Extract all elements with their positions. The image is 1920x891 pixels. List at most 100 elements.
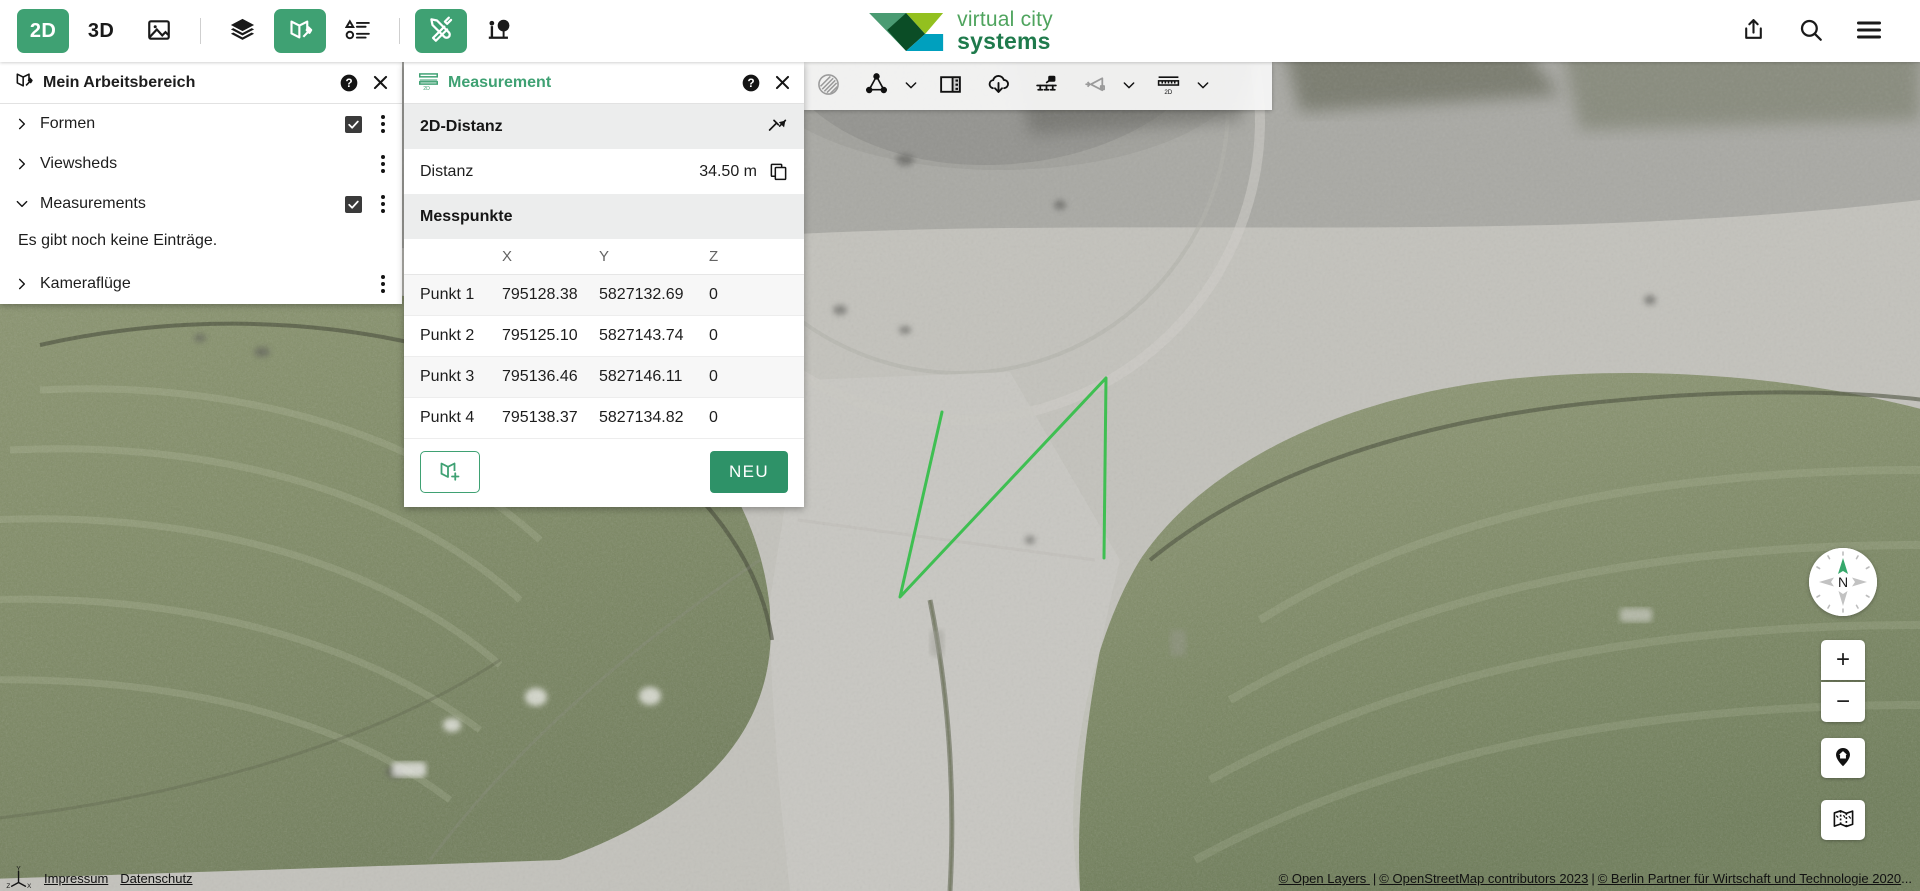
workspace-item-measurements[interactable]: Measurements bbox=[0, 184, 402, 224]
legend-button[interactable] bbox=[332, 9, 384, 53]
workspace-icon bbox=[14, 70, 34, 95]
oblique-image-button[interactable] bbox=[133, 9, 185, 53]
table-row[interactable]: Punkt 3 795136.46 5827146.11 0 bbox=[404, 356, 804, 398]
point-x: 795128.38 bbox=[496, 274, 593, 316]
table-head: X Y Z bbox=[404, 239, 804, 275]
chevron-right-icon[interactable] bbox=[14, 277, 30, 291]
datenschutz-link[interactable]: Datenschutz bbox=[120, 871, 192, 886]
3d-mode-button[interactable]: 3D bbox=[75, 9, 127, 53]
hamburger-icon bbox=[1855, 16, 1883, 47]
workspace-button[interactable] bbox=[274, 9, 326, 53]
table-row[interactable]: Punkt 2 795125.10 5827143.74 0 bbox=[404, 315, 804, 357]
footer-attribution: © Open Layers | © OpenStreetMap contribut… bbox=[1279, 871, 1920, 886]
kamerafluege-menu-button[interactable] bbox=[372, 269, 394, 299]
tools-button[interactable] bbox=[415, 9, 467, 53]
export-button[interactable] bbox=[976, 66, 1020, 106]
zoom-in-button[interactable]: + bbox=[1821, 640, 1865, 680]
point-z: 0 bbox=[703, 356, 804, 398]
measure-2d-icon: 2D bbox=[418, 70, 439, 95]
chevron-down-icon bbox=[1121, 77, 1137, 96]
osm-link[interactable]: © OpenStreetMap contributors 2023 bbox=[1379, 871, 1588, 886]
copy-icon[interactable] bbox=[769, 162, 788, 181]
measurements-empty-message: Es gibt noch keine Einträge. bbox=[18, 232, 218, 249]
measurement-tool-button[interactable]: 2D bbox=[1146, 66, 1190, 106]
close-icon[interactable] bbox=[773, 73, 792, 92]
measurements-menu-button[interactable] bbox=[372, 189, 394, 219]
distance-label: Distanz bbox=[420, 162, 474, 180]
overview-map-button[interactable] bbox=[1821, 800, 1865, 840]
workspace-item-label: Viewsheds bbox=[40, 155, 118, 172]
measure-path-icon[interactable] bbox=[767, 116, 788, 137]
search-button[interactable] bbox=[1785, 9, 1837, 53]
measurement-points-label: Messpunkte bbox=[420, 207, 513, 225]
impressum-link[interactable]: Impressum bbox=[44, 871, 108, 886]
top-toolbar-left-group: 2D 3D bbox=[0, 9, 528, 53]
table-header-row: X Y Z bbox=[404, 239, 804, 275]
brand-wordmark: virtual city systems bbox=[957, 9, 1053, 53]
formen-menu-button[interactable] bbox=[372, 109, 394, 139]
viewshed-button[interactable] bbox=[1024, 66, 1068, 106]
2d-mode-label: 2D bbox=[29, 19, 57, 42]
chevron-right-icon[interactable] bbox=[14, 157, 30, 171]
viewshed-item bbox=[1022, 62, 1070, 110]
workspace-item-formen[interactable]: Formen bbox=[0, 104, 402, 144]
point-name: Punkt 3 bbox=[404, 356, 496, 398]
point-x: 795125.10 bbox=[496, 315, 593, 357]
zoom-out-button[interactable]: − bbox=[1821, 682, 1865, 722]
sphere-hatch-icon bbox=[816, 72, 841, 100]
layers-button[interactable] bbox=[216, 9, 268, 53]
measurement-points-table: X Y Z Punkt 1 795128.38 5827132.69 0 Pun… bbox=[404, 239, 804, 439]
viewsheds-menu-button[interactable] bbox=[372, 149, 394, 179]
camera-flight-button[interactable] bbox=[1072, 66, 1116, 106]
table-row[interactable]: Punkt 1 795128.38 5827132.69 0 bbox=[404, 274, 804, 316]
measurement-tool-dropdown[interactable] bbox=[1190, 66, 1216, 106]
col-header-z: Z bbox=[703, 239, 804, 275]
home-view-button[interactable] bbox=[1821, 738, 1865, 778]
workspace-add-icon bbox=[438, 459, 462, 486]
compass-control[interactable]: N bbox=[1809, 548, 1877, 616]
share-button[interactable] bbox=[1727, 9, 1779, 53]
open-layers-link[interactable]: © Open Layers bbox=[1279, 871, 1370, 886]
measurements-checkbox[interactable] bbox=[345, 195, 362, 213]
distance-value: 34.50 m bbox=[699, 162, 757, 180]
svg-text:?: ? bbox=[747, 77, 754, 90]
attribution-ellipsis: ... bbox=[1901, 871, 1912, 886]
top-toolbar-right-group bbox=[1724, 9, 1920, 53]
axis-orientation-icon: Y Z X bbox=[6, 865, 32, 891]
shadow-tool-item bbox=[804, 62, 852, 110]
menu-button[interactable] bbox=[1843, 9, 1895, 53]
polygon-points-icon bbox=[864, 72, 889, 100]
table-row[interactable]: Punkt 4 795138.37 5827134.82 0 bbox=[404, 397, 804, 439]
help-icon[interactable]: ? bbox=[339, 73, 359, 93]
toolbar-separator-2 bbox=[399, 18, 400, 44]
workspace-item-kamerafluege[interactable]: Kameraflüge bbox=[0, 264, 402, 304]
add-to-workspace-button[interactable] bbox=[420, 451, 480, 493]
share-icon bbox=[1741, 17, 1766, 45]
workspace-item-viewsheds[interactable]: Viewsheds bbox=[0, 144, 402, 184]
planning-button[interactable] bbox=[473, 9, 525, 53]
svg-text:2D: 2D bbox=[1164, 89, 1172, 96]
measurement-panel-footer: NEU bbox=[404, 439, 804, 507]
workspace-item-label: Measurements bbox=[40, 195, 146, 212]
shadow-tool-button[interactable] bbox=[806, 66, 850, 106]
point-x: 795136.46 bbox=[496, 356, 593, 398]
create-shape-dropdown[interactable] bbox=[898, 66, 924, 106]
svg-text:X: X bbox=[27, 883, 32, 889]
2d-mode-button[interactable]: 2D bbox=[17, 9, 69, 53]
col-header-x: X bbox=[496, 239, 593, 275]
new-measurement-button[interactable]: NEU bbox=[710, 451, 788, 493]
point-z: 0 bbox=[703, 397, 804, 439]
close-icon[interactable] bbox=[371, 73, 390, 92]
create-shape-button[interactable] bbox=[854, 66, 898, 106]
formen-checkbox[interactable] bbox=[345, 115, 362, 133]
chevron-down-icon[interactable] bbox=[14, 197, 30, 211]
chevron-right-icon[interactable] bbox=[14, 117, 30, 131]
workspace-panel-header: Mein Arbeitsbereich ? bbox=[0, 62, 402, 104]
workspace-icon bbox=[287, 16, 314, 46]
help-icon[interactable]: ? bbox=[741, 73, 761, 93]
split-view-button[interactable] bbox=[928, 66, 972, 106]
berlin-partner-link[interactable]: © Berlin Partner für Wirtschaft und Tech… bbox=[1598, 871, 1901, 886]
camera-flight-dropdown[interactable] bbox=[1116, 66, 1142, 106]
point-z: 0 bbox=[703, 315, 804, 357]
measure-2d-icon: 2D bbox=[1156, 72, 1181, 100]
